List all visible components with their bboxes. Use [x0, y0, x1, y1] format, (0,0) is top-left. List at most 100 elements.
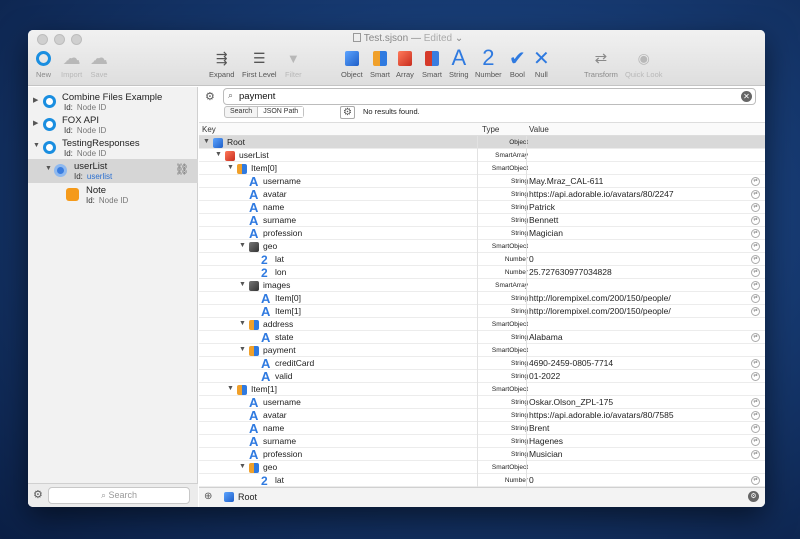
row-key[interactable]: surname	[263, 435, 296, 447]
row-value[interactable]: 01-2022	[529, 370, 560, 382]
row-key[interactable]: surname	[263, 214, 296, 226]
row-key[interactable]: creditCard	[275, 357, 314, 369]
row-type[interactable]: SmartObject	[478, 386, 528, 393]
row-action-icon[interactable]: ⇄	[751, 307, 760, 316]
row-action-icon[interactable]: ⇄	[751, 294, 760, 303]
row-value[interactable]: 0	[529, 253, 534, 265]
tree-row[interactable]: 2 lon Number 25.727630977034828 ⇄	[199, 266, 765, 279]
sidebar-item-fox-api[interactable]: ▶ FOX API Id: Node ID	[28, 113, 198, 137]
tree-row[interactable]: Aavatar String https://api.adorable.io/ava…	[199, 188, 765, 201]
row-key[interactable]: address	[263, 318, 293, 330]
row-key[interactable]: state	[275, 331, 293, 343]
row-type[interactable]: String	[478, 334, 528, 341]
tree-row[interactable]: 2 lat Number 0 ⇄	[199, 474, 765, 487]
row-action-icon[interactable]: ⇄	[751, 229, 760, 238]
tree-row[interactable]: ▼ geo SmartObject	[199, 461, 765, 474]
tree-row[interactable]: ▼ payment SmartObject	[199, 344, 765, 357]
row-action-icon[interactable]: ⇄	[751, 216, 760, 225]
disclosure-triangle-icon[interactable]: ▼	[227, 164, 234, 171]
tree-row[interactable]: Astate String Alabama ⇄	[199, 331, 765, 344]
options-gear-icon[interactable]: ⚙	[748, 491, 759, 502]
row-key[interactable]: username	[263, 175, 301, 187]
row-value[interactable]: 4690-2459-0805-7714	[529, 357, 613, 369]
row-type[interactable]: String	[478, 360, 528, 367]
first-level-button[interactable]: ☰ First Level	[242, 46, 277, 80]
row-key[interactable]: userList	[239, 149, 269, 161]
sidebar-search-input[interactable]: ⌕ Search	[48, 487, 190, 504]
row-key[interactable]: profession	[263, 448, 302, 460]
row-value[interactable]: Hagenes	[529, 435, 563, 447]
tree-row[interactable]: ▼ images SmartArray ⇄	[199, 279, 765, 292]
quick-look-button[interactable]: ◉ Quick Look	[625, 46, 663, 80]
column-type[interactable]: Type	[482, 125, 499, 134]
row-action-icon[interactable]: ⇄	[751, 242, 760, 251]
row-value[interactable]: Patrick	[529, 201, 555, 213]
import-button[interactable]: ☁ Import	[61, 46, 82, 80]
row-type[interactable]: SmartArray	[478, 282, 528, 289]
clear-search-icon[interactable]: ✕	[741, 91, 752, 102]
tree-row[interactable]: ▼ geo SmartObject ⇄	[199, 240, 765, 253]
row-type[interactable]: String	[478, 373, 528, 380]
disclosure-triangle-icon[interactable]: ▼	[215, 151, 222, 158]
row-action-icon[interactable]: ⇄	[751, 398, 760, 407]
row-type[interactable]: String	[478, 425, 528, 432]
row-action-icon[interactable]: ⇄	[751, 450, 760, 459]
sidebar-item-testingresponses[interactable]: ▼ TestingResponses Id: Node ID	[28, 136, 198, 160]
row-type[interactable]: SmartArray	[478, 152, 528, 159]
disclosure-triangle-icon[interactable]: ▶	[33, 96, 38, 104]
disclosure-triangle-icon[interactable]: ▶	[33, 119, 38, 127]
tree-row[interactable]: AcreditCard String 4690-2459-0805-7714 ⇄	[199, 357, 765, 370]
tree-row[interactable]: ▼ address SmartObject	[199, 318, 765, 331]
disclosure-triangle-icon[interactable]: ▼	[239, 242, 246, 249]
row-action-icon[interactable]: ⇄	[751, 177, 760, 186]
tree-row[interactable]: Asurname String Bennett ⇄	[199, 214, 765, 227]
row-key[interactable]: profession	[263, 227, 302, 239]
tree-row[interactable]: ▼ Item[1] SmartObject	[199, 383, 765, 396]
add-number-button[interactable]: 2 Number	[475, 45, 502, 79]
link-icon[interactable]: ⛓	[175, 163, 189, 176]
row-key[interactable]: name	[263, 201, 284, 213]
row-type[interactable]: SmartObject	[478, 321, 528, 328]
add-smart-array-button[interactable]: Smart	[422, 46, 442, 79]
add-icon[interactable]: ⊕	[204, 491, 212, 502]
tree-row[interactable]: A Item[0] String http://lorempixel.com/200/…	[199, 292, 765, 305]
row-type[interactable]: String	[478, 204, 528, 211]
search-mode-search[interactable]: Search	[225, 107, 257, 117]
disclosure-triangle-icon[interactable]: ▼	[239, 320, 246, 327]
add-string-button[interactable]: A String	[449, 45, 469, 79]
row-key[interactable]: Root	[227, 136, 245, 148]
row-type[interactable]: SmartObject	[478, 347, 528, 354]
tree-row[interactable]: Ausername String May.Mraz_CAL-611 ⇄	[199, 175, 765, 188]
row-type[interactable]: Number	[478, 256, 528, 263]
row-key[interactable]: lon	[275, 266, 286, 278]
add-null-button[interactable]: ✕ Null	[533, 46, 550, 80]
row-key[interactable]: geo	[263, 461, 277, 473]
disclosure-triangle-icon[interactable]: ▼	[239, 463, 246, 470]
row-value[interactable]: Oskar.Olson_ZPL-175	[529, 396, 613, 408]
row-type[interactable]: String	[478, 438, 528, 445]
row-action-icon[interactable]: ⇄	[751, 268, 760, 277]
row-action-icon[interactable]: ⇄	[751, 372, 760, 381]
row-value[interactable]: 25.727630977034828	[529, 266, 612, 278]
row-type[interactable]: String	[478, 295, 528, 302]
sidebar-item-combine-files-example[interactable]: ▶ Combine Files Example Id: Node ID	[28, 90, 198, 114]
row-action-icon[interactable]: ⇄	[751, 203, 760, 212]
row-action-icon[interactable]: ⇄	[751, 411, 760, 420]
path-root-label[interactable]: Root	[238, 492, 257, 502]
disclosure-triangle-icon[interactable]: ▼	[45, 165, 52, 172]
disclosure-triangle-icon[interactable]: ▼	[203, 138, 210, 145]
tree-row[interactable]: 2 lat Number 0 ⇄	[199, 253, 765, 266]
row-key[interactable]: Item[0]	[251, 162, 277, 174]
row-key[interactable]: images	[263, 279, 290, 291]
row-action-icon[interactable]: ⇄	[751, 437, 760, 446]
row-value[interactable]: https://api.adorable.io/avatars/80/2247	[529, 188, 674, 200]
tree-row[interactable]: ▼ Root Object	[199, 136, 765, 149]
add-bool-button[interactable]: ✔ Bool	[509, 46, 526, 80]
sidebar-item-userlist[interactable]: ▼ userList Id: userlist ⛓	[28, 159, 198, 183]
row-type[interactable]: String	[478, 412, 528, 419]
tree-row[interactable]: ▼ userList SmartArray	[199, 149, 765, 162]
row-value[interactable]: http://lorempixel.com/200/150/people/	[529, 305, 671, 317]
tree-row[interactable]: Aname String Patrick ⇄	[199, 201, 765, 214]
row-action-icon[interactable]: ⇄	[751, 333, 760, 342]
row-type[interactable]: String	[478, 217, 528, 224]
